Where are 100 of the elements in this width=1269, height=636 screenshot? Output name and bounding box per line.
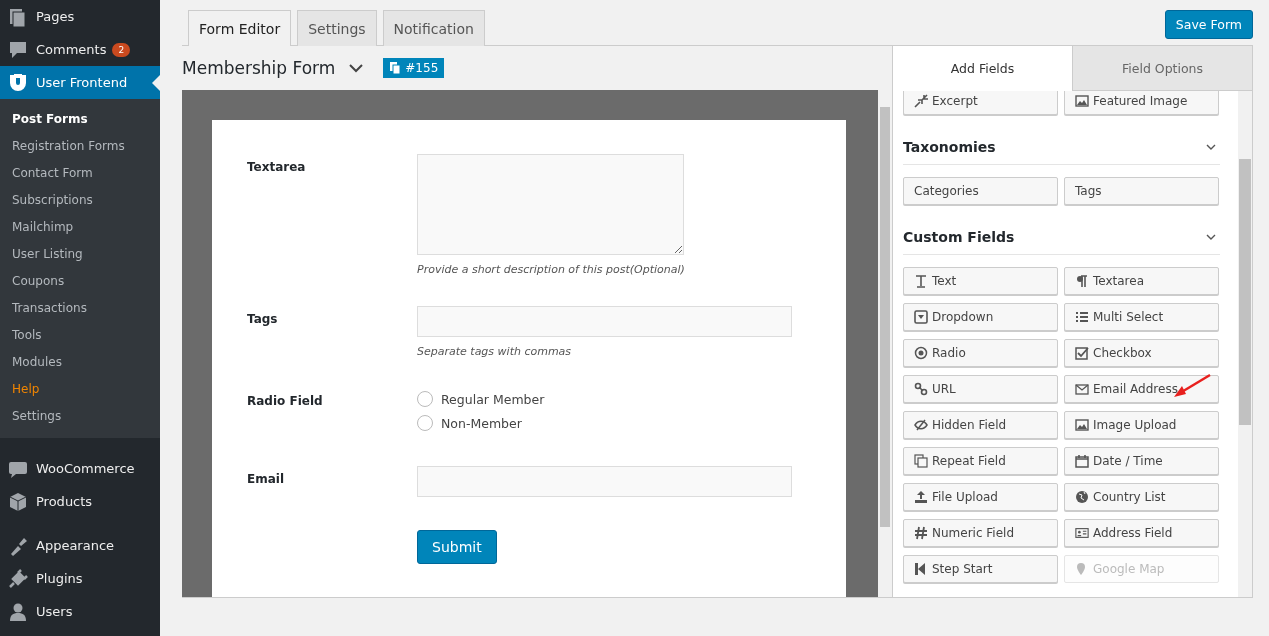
tab[interactable]: Notification bbox=[382, 10, 485, 46]
tab[interactable]: Form Editor bbox=[188, 10, 292, 46]
submenu-item[interactable]: Coupons bbox=[0, 268, 160, 295]
field-button[interactable]: Categories bbox=[903, 177, 1058, 205]
form-id-badge[interactable]: #155 bbox=[383, 58, 445, 78]
field-button[interactable]: Step Start bbox=[903, 555, 1058, 583]
submenu-item[interactable]: User Listing bbox=[0, 241, 160, 268]
radio-button[interactable] bbox=[417, 391, 433, 407]
menu-label: Comments bbox=[36, 42, 107, 57]
menu-label: Pages bbox=[36, 9, 75, 24]
submenu-item[interactable]: Transactions bbox=[0, 295, 160, 322]
submenu-item[interactable]: Settings bbox=[0, 403, 160, 430]
menu-item[interactable]: Comments 2 bbox=[0, 33, 160, 66]
field-button[interactable]: Featured Image bbox=[1064, 91, 1219, 115]
field-button[interactable]: Numeric Field bbox=[903, 519, 1058, 547]
field-button[interactable]: Hidden Field bbox=[903, 411, 1058, 439]
submenu-item[interactable]: Registration Forms bbox=[0, 133, 160, 160]
menu-item[interactable]: Plugins bbox=[0, 562, 160, 595]
dropdown-icon bbox=[914, 310, 928, 324]
copy-icon bbox=[389, 61, 402, 75]
tab[interactable]: Field Options bbox=[1072, 46, 1252, 91]
list-icon bbox=[1075, 310, 1089, 324]
scrollbar[interactable] bbox=[1238, 91, 1252, 597]
submenu-item[interactable]: Modules bbox=[0, 349, 160, 376]
field-button[interactable]: Image Upload bbox=[1064, 411, 1219, 439]
menu-item[interactable]: Users bbox=[0, 595, 160, 628]
pilcrow-icon bbox=[1075, 274, 1089, 288]
section-title: Taxonomies bbox=[903, 138, 996, 155]
radio-button[interactable] bbox=[417, 415, 433, 431]
copy-icon bbox=[914, 454, 928, 468]
submenu-item[interactable]: Subscriptions bbox=[0, 187, 160, 214]
help-text: Separate tags with commas bbox=[417, 345, 573, 358]
help-text: Provide a short description of this post(Optional) bbox=[417, 263, 686, 276]
field-label: Tags bbox=[247, 311, 279, 328]
section-title: Custom Fields bbox=[903, 228, 1015, 245]
menu-label: Products bbox=[36, 494, 93, 509]
paintbrush-icon bbox=[8, 535, 28, 556]
pages-icon bbox=[8, 6, 28, 27]
calendar-icon bbox=[1075, 454, 1089, 468]
menu-item[interactable]: Products bbox=[0, 485, 160, 518]
logo-icon bbox=[8, 72, 28, 93]
input-field[interactable] bbox=[417, 466, 792, 497]
speech-bubble-icon bbox=[8, 39, 28, 60]
textarea-field[interactable] bbox=[417, 154, 684, 255]
field-button[interactable]: Multi Select bbox=[1064, 303, 1219, 331]
field-button[interactable]: Email Address bbox=[1064, 375, 1219, 403]
input-field[interactable] bbox=[417, 306, 792, 337]
checkbox-icon bbox=[1075, 346, 1089, 360]
user-icon bbox=[8, 601, 28, 622]
box-icon bbox=[8, 491, 28, 512]
address-card-icon bbox=[1075, 526, 1089, 540]
radio-icon bbox=[914, 346, 928, 360]
field-button[interactable]: Date / Time bbox=[1064, 447, 1219, 475]
link-icon bbox=[914, 382, 928, 396]
field-button: Google Map bbox=[1064, 555, 1219, 583]
eye-slash-icon bbox=[914, 418, 928, 432]
field-label: Textarea bbox=[247, 159, 307, 176]
field-button[interactable]: Text bbox=[903, 267, 1058, 295]
submenu-item[interactable]: Mailchimp bbox=[0, 214, 160, 241]
field-button[interactable]: Repeat Field bbox=[903, 447, 1058, 475]
field-button[interactable]: Tags bbox=[1064, 177, 1219, 205]
submenu-item[interactable]: Help bbox=[0, 376, 160, 403]
menu-label: WooCommerce bbox=[36, 461, 135, 476]
menu-label: User Frontend bbox=[36, 75, 128, 90]
hash-icon bbox=[914, 526, 928, 540]
menu-label: Users bbox=[36, 604, 73, 619]
submenu-item[interactable]: Post Forms bbox=[0, 106, 160, 133]
field-button[interactable]: Address Field bbox=[1064, 519, 1219, 547]
submenu-item[interactable]: Contact Form bbox=[0, 160, 160, 187]
form-title: Membership Form bbox=[182, 58, 336, 78]
chevron-down-icon[interactable] bbox=[1206, 233, 1216, 240]
field-button[interactable]: File Upload bbox=[903, 483, 1058, 511]
menu-item[interactable]: User Frontend bbox=[0, 66, 160, 99]
scrollbar[interactable] bbox=[878, 90, 892, 597]
field-label: Email bbox=[247, 471, 286, 488]
image-icon bbox=[1075, 94, 1089, 108]
globe-icon bbox=[1075, 490, 1089, 504]
field-button[interactable]: Radio bbox=[903, 339, 1058, 367]
radio-label: Non-Member bbox=[441, 415, 522, 431]
field-button[interactable]: Country List bbox=[1064, 483, 1219, 511]
envelope-icon bbox=[1075, 382, 1089, 396]
image-icon bbox=[1075, 418, 1089, 432]
radio-label: Regular Member bbox=[441, 391, 545, 407]
menu-item[interactable]: WooCommerce bbox=[0, 452, 160, 485]
chevron-down-icon[interactable] bbox=[349, 63, 364, 73]
upload-icon bbox=[914, 490, 928, 504]
submit-button[interactable]: Submit bbox=[417, 530, 497, 564]
field-button[interactable]: Textarea bbox=[1064, 267, 1219, 295]
field-button[interactable]: Excerpt bbox=[903, 91, 1058, 115]
field-button[interactable]: Checkbox bbox=[1064, 339, 1219, 367]
text-cursor-icon bbox=[914, 274, 928, 288]
arrows-icon bbox=[914, 94, 928, 108]
tab[interactable]: Settings bbox=[297, 10, 377, 46]
submenu-item[interactable]: Tools bbox=[0, 322, 160, 349]
save-form-button[interactable]: Save Form bbox=[1164, 10, 1253, 39]
field-button[interactable]: URL bbox=[903, 375, 1058, 403]
menu-item[interactable]: Pages bbox=[0, 0, 160, 33]
menu-item[interactable]: Appearance bbox=[0, 529, 160, 562]
chevron-down-icon[interactable] bbox=[1206, 143, 1216, 150]
field-button[interactable]: Dropdown bbox=[903, 303, 1058, 331]
